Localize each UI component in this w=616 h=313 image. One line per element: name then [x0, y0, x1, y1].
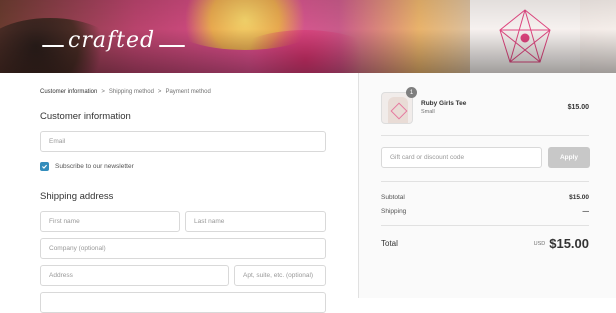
product-variant: Small [421, 109, 435, 115]
last-name-field[interactable]: Last name [185, 211, 326, 232]
address-placeholder: Address [49, 272, 73, 279]
shipping-address-heading: Shipping address [40, 191, 114, 202]
order-summary: 1 Ruby Girls Tee Small $15.00 Gift card … [358, 73, 616, 298]
company-placeholder: Company (optional) [49, 245, 106, 252]
apartment-placeholder: Apt, suite, etc. (optional) [243, 272, 314, 279]
discount-code-field[interactable]: Gift card or discount code [381, 147, 542, 168]
newsletter-checkbox[interactable] [40, 162, 49, 171]
checkmark-icon [42, 164, 48, 169]
breadcrumb-payment-method[interactable]: Payment method [165, 89, 210, 95]
breadcrumb-customer-information[interactable]: Customer information [40, 89, 97, 95]
divider [381, 225, 589, 226]
quantity-badge: 1 [406, 87, 417, 98]
chevron-right-icon: > [101, 89, 105, 95]
product-price: $15.00 [567, 104, 589, 111]
company-field[interactable]: Company (optional) [40, 238, 326, 259]
product-name: Ruby Girls Tee [421, 100, 467, 107]
checkout-main: Customer information > Shipping method >… [0, 73, 358, 313]
shipping-label: Shipping [381, 208, 407, 215]
header-banner: crafted [0, 0, 616, 73]
total-row: Total USD $15.00 [381, 236, 589, 251]
discount-code-placeholder: Gift card or discount code [390, 154, 465, 161]
first-name-field[interactable]: First name [40, 211, 180, 232]
email-placeholder: Email [49, 138, 66, 145]
apartment-field[interactable]: Apt, suite, etc. (optional) [234, 265, 326, 286]
shipping-value: — [582, 208, 590, 215]
total-value: $15.00 [549, 236, 589, 251]
currency-code: USD [533, 240, 546, 247]
subtotal-row: Subtotal $15.00 [381, 194, 589, 201]
last-name-placeholder: Last name [194, 218, 225, 225]
chevron-right-icon: > [157, 89, 162, 95]
shipping-row: Shipping — [381, 208, 589, 215]
divider [381, 135, 589, 136]
apply-button[interactable]: Apply [548, 147, 590, 168]
newsletter-row[interactable]: Subscribe to our newsletter [40, 162, 134, 171]
store-logo[interactable]: crafted [42, 28, 186, 53]
customer-information-heading: Customer information [40, 111, 131, 122]
first-name-placeholder: First name [49, 218, 80, 225]
subtotal-label: Subtotal [381, 194, 405, 201]
address-field[interactable]: Address [40, 265, 229, 286]
city-field[interactable] [40, 292, 326, 313]
breadcrumb-shipping-method[interactable]: Shipping method [109, 89, 154, 95]
subtotal-value: $15.00 [569, 194, 589, 201]
email-field[interactable]: Email [40, 131, 326, 152]
divider [381, 181, 589, 182]
breadcrumb: Customer information > Shipping method >… [40, 89, 211, 95]
newsletter-label: Subscribe to our newsletter [55, 163, 134, 170]
logo-text: crafted [68, 28, 156, 53]
total-label: Total [381, 239, 398, 248]
